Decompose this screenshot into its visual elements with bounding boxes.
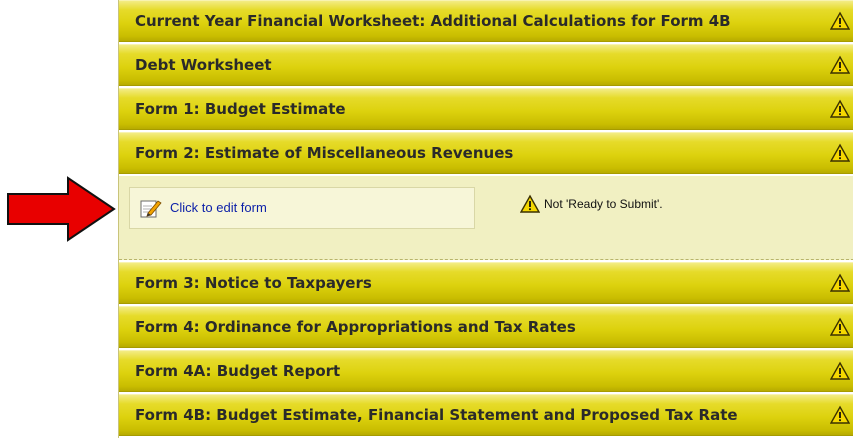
warning-icon <box>830 273 850 292</box>
section-title: Debt Worksheet <box>135 56 272 74</box>
warning-icon <box>830 11 850 30</box>
section-title: Form 1: Budget Estimate <box>135 100 346 118</box>
edit-form-box: Click to edit form <box>129 187 475 229</box>
section-title: Form 4B: Budget Estimate, Financial Stat… <box>135 406 738 424</box>
section-form-2[interactable]: Form 2: Estimate of Miscellaneous Revenu… <box>119 132 853 174</box>
warning-icon <box>520 194 540 213</box>
warning-icon <box>830 143 850 162</box>
pencil-icon[interactable] <box>140 198 162 218</box>
section-form-4b[interactable]: Form 4B: Budget Estimate, Financial Stat… <box>119 394 853 436</box>
section-form-4[interactable]: Form 4: Ordinance for Appropriations and… <box>119 306 853 348</box>
section-title: Form 4: Ordinance for Appropriations and… <box>135 318 576 336</box>
warning-icon <box>830 99 850 118</box>
submission-status: Not 'Ready to Submit'. <box>520 194 663 214</box>
section-form-4a[interactable]: Form 4A: Budget Report <box>119 350 853 392</box>
warning-icon <box>830 317 850 336</box>
warning-icon <box>830 361 850 380</box>
section-title: Current Year Financial Worksheet: Additi… <box>135 12 731 30</box>
status-text: Not 'Ready to Submit'. <box>544 197 663 211</box>
edit-form-link[interactable]: Click to edit form <box>170 188 267 228</box>
forms-accordion: Current Year Financial Worksheet: Additi… <box>118 0 853 438</box>
red-arrow-pointer <box>7 176 116 242</box>
section-debt-worksheet[interactable]: Debt Worksheet <box>119 44 853 86</box>
section-title: Form 3: Notice to Taxpayers <box>135 274 372 292</box>
warning-icon <box>830 55 850 74</box>
section-form-3[interactable]: Form 3: Notice to Taxpayers <box>119 262 853 304</box>
section-form-1[interactable]: Form 1: Budget Estimate <box>119 88 853 130</box>
section-current-year-worksheet[interactable]: Current Year Financial Worksheet: Additi… <box>119 0 853 42</box>
form-2-details-panel: Click to edit form Not 'Ready to Submit'… <box>119 176 853 260</box>
warning-icon <box>830 405 850 424</box>
section-title: Form 4A: Budget Report <box>135 362 341 380</box>
section-title: Form 2: Estimate of Miscellaneous Revenu… <box>135 144 514 162</box>
